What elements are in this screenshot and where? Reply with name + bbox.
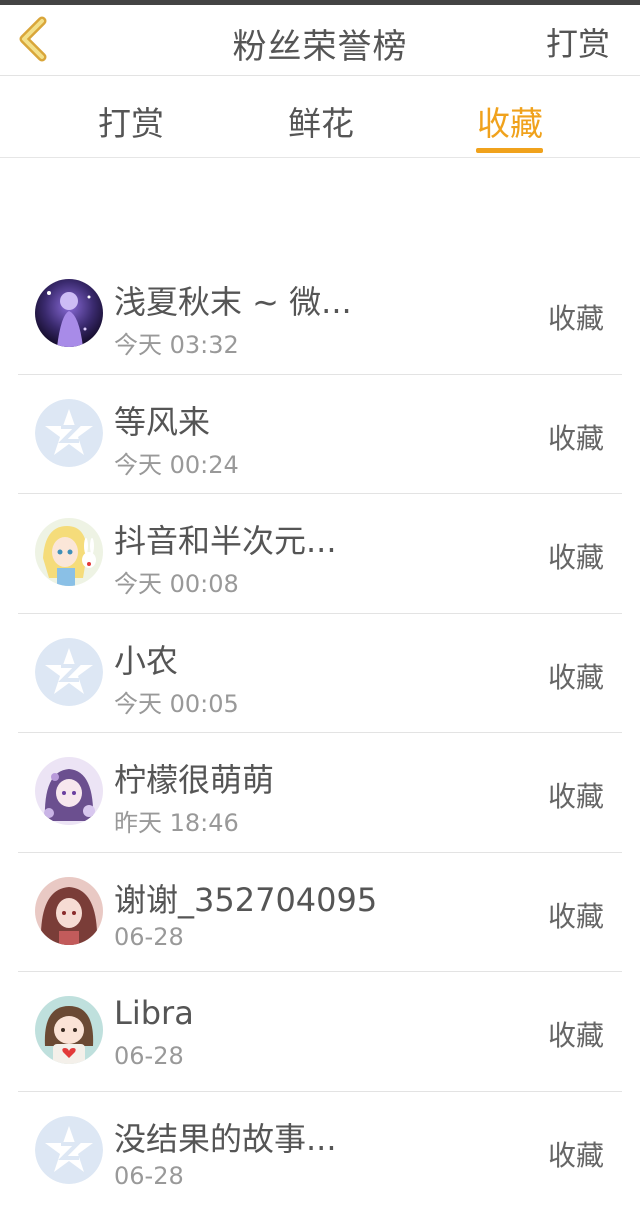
fan-time: 今天 00:08 (114, 564, 239, 599)
fan-name: 等风来 (114, 397, 210, 443)
fan-row[interactable]: 没结果的故事... 06-28 收藏 (18, 1092, 622, 1211)
header-bar: 粉丝荣誉榜 打赏 (0, 5, 640, 76)
fan-name: 小农 (114, 636, 178, 682)
fan-name: 谢谢_352704095 (114, 875, 377, 921)
page-title: 粉丝荣誉榜 (0, 19, 640, 68)
fan-name: 没结果的故事... (114, 1114, 337, 1160)
fan-action: 收藏 (548, 417, 604, 457)
fan-name: 浅夏秋末 ~ 微... (114, 277, 352, 323)
avatar[interactable] (35, 996, 103, 1064)
fan-action: 收藏 (548, 656, 604, 696)
fan-time: 今天 00:05 (114, 684, 239, 719)
tab-flowers[interactable]: 鲜花 (288, 97, 354, 145)
fan-time: 今天 00:24 (114, 445, 239, 480)
fan-row[interactable]: 等风来 今天 00:24 收藏 (18, 375, 622, 495)
active-tab-indicator (476, 148, 543, 153)
default-star-avatar-icon[interactable] (35, 638, 103, 706)
fan-name: 抖音和半次元... (114, 516, 337, 562)
fan-time: 06-28 (114, 1042, 184, 1070)
tab-reward[interactable]: 打赏 (98, 97, 164, 145)
fan-action: 收藏 (548, 536, 604, 576)
fan-row[interactable]: 柠檬很萌萌 昨天 18:46 收藏 (18, 733, 622, 853)
fan-row[interactable]: Libra 06-28 收藏 (18, 972, 622, 1092)
fan-list: 浅夏秋末 ~ 微... 今天 03:32 收藏 等风来 今天 00:24 收藏 (18, 255, 622, 1211)
avatar[interactable] (35, 518, 103, 586)
fan-time: 06-28 (114, 1162, 184, 1190)
fan-time: 昨天 18:46 (114, 803, 239, 838)
fan-name: Libra (114, 994, 194, 1032)
default-star-avatar-icon[interactable] (35, 399, 103, 467)
fan-action: 收藏 (548, 895, 604, 935)
fan-row[interactable]: 小农 今天 00:05 收藏 (18, 614, 622, 734)
fan-row[interactable]: 谢谢_352704095 06-28 收藏 (18, 853, 622, 973)
avatar[interactable] (35, 757, 103, 825)
tab-bar: 打赏 鲜花 收藏 (0, 77, 640, 158)
fan-action: 收藏 (548, 297, 604, 337)
avatar[interactable] (35, 279, 103, 347)
fan-time: 今天 03:32 (114, 325, 239, 360)
fan-action: 收藏 (548, 1134, 604, 1174)
fan-row[interactable]: 抖音和半次元... 今天 00:08 收藏 (18, 494, 622, 614)
fan-name: 柠檬很萌萌 (114, 755, 274, 801)
fan-action: 收藏 (548, 1014, 604, 1054)
tab-favorites[interactable]: 收藏 (477, 97, 543, 145)
reward-button[interactable]: 打赏 (546, 19, 610, 65)
fan-row[interactable]: 浅夏秋末 ~ 微... 今天 03:32 收藏 (18, 255, 622, 375)
fan-time: 06-28 (114, 923, 184, 951)
fan-action: 收藏 (548, 775, 604, 815)
default-star-avatar-icon[interactable] (35, 1116, 103, 1184)
avatar[interactable] (35, 877, 103, 945)
